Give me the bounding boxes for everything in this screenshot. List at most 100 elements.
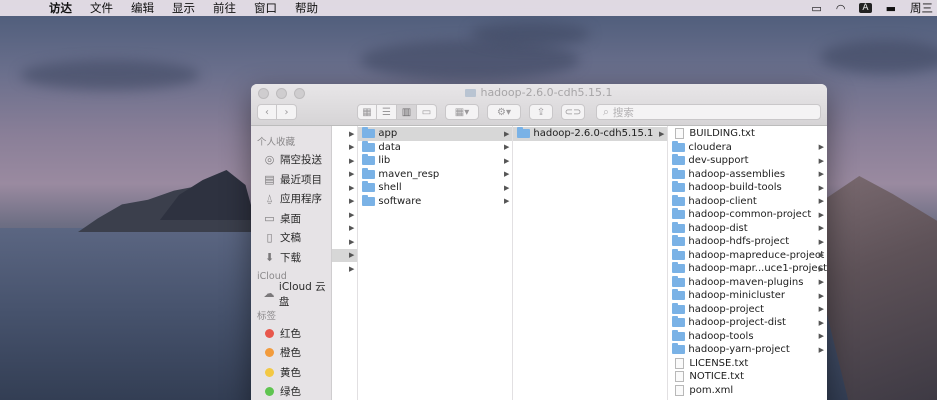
folder-row[interactable]: hadoop-mapr...uce1-project ▶ <box>668 262 827 276</box>
back-button[interactable]: ‹ <box>257 104 277 120</box>
folder-icon <box>672 275 686 287</box>
folder-icon <box>672 194 686 206</box>
list-item[interactable]: ▶ <box>332 181 357 195</box>
file-row[interactable]: BUILDING.txt <box>668 127 827 141</box>
file-row[interactable]: pom.xml <box>668 384 827 398</box>
forward-button[interactable]: › <box>277 104 297 120</box>
folder-icon <box>672 154 686 166</box>
gallery-view-icon[interactable]: ▭ <box>417 104 437 120</box>
folder-row-lib[interactable]: lib ▶ <box>358 154 512 168</box>
documents-icon: ▯ <box>266 231 273 245</box>
desktop-icon: ▭ <box>264 211 275 225</box>
folder-row[interactable]: hadoop-maven-plugins ▶ <box>668 275 827 290</box>
chevron-right-icon: ▶ <box>503 197 510 206</box>
clock-day[interactable]: 周三 <box>910 0 933 16</box>
menu-help[interactable]: 帮助 <box>286 0 327 16</box>
folder-row[interactable]: hadoop-project ▶ <box>668 302 827 317</box>
menu-file[interactable]: 文件 <box>81 0 122 16</box>
list-view-icon[interactable]: ☰ <box>377 104 397 120</box>
group-by-icon[interactable]: ▦▾ <box>445 104 479 120</box>
chevron-right-icon: ▶ <box>503 143 510 152</box>
sidebar-item-desktop[interactable]: ▭ 桌面 <box>251 209 331 229</box>
search-input[interactable]: ⌕ 搜索 <box>596 104 821 120</box>
xml-file-icon <box>675 384 685 396</box>
window-title: hadoop-2.6.0-cdh5.15.1 <box>251 86 827 99</box>
chevron-right-icon: ▶ <box>818 345 824 354</box>
display-icon[interactable]: ▭ <box>811 2 821 15</box>
folder-icon <box>672 140 686 152</box>
folder-row[interactable]: hadoop-tools ▶ <box>668 329 827 344</box>
list-item[interactable]: ▶ <box>332 141 357 155</box>
menu-view[interactable]: 显示 <box>163 0 204 16</box>
list-item[interactable]: ▶ <box>332 235 357 249</box>
sidebar-item-recents[interactable]: ▤ 最近项目 <box>251 170 331 190</box>
folder-row[interactable]: hadoop-hdfs-project ▶ <box>668 235 827 249</box>
sidebar-item-airdrop[interactable]: ◎ 隔空投送 <box>251 150 331 170</box>
text-file-icon <box>675 128 685 140</box>
action-gear-icon[interactable]: ⚙▾ <box>487 104 521 120</box>
folder-row[interactable]: hadoop-project-dist ▶ <box>668 316 827 330</box>
sidebar-item-icloud-drive[interactable]: ☁ iCloud 云盘 <box>251 281 331 308</box>
list-item[interactable]: ▶ <box>332 262 357 276</box>
folder-row[interactable]: hadoop-assemblies ▶ <box>668 167 827 182</box>
folder-row-hadoop[interactable]: hadoop-2.6.0-cdh5.15.1 ▶ <box>513 127 668 141</box>
file-row[interactable]: NOTICE.txt <box>668 370 827 384</box>
chevron-right-icon: ▶ <box>818 143 824 152</box>
menu-finder[interactable]: 访达 <box>40 0 81 16</box>
folder-icon <box>362 181 376 193</box>
folder-row-data[interactable]: data ▶ <box>358 140 512 155</box>
chevron-right-icon: ▶ <box>818 224 824 233</box>
list-item[interactable]: ▶ <box>332 168 357 182</box>
list-item-selected[interactable]: ▶ <box>332 248 358 262</box>
folder-icon <box>362 167 376 179</box>
folder-row[interactable]: hadoop-common-project ▶ <box>668 208 827 222</box>
folder-row[interactable]: hadoop-build-tools ▶ <box>668 181 827 195</box>
folder-row-app[interactable]: app ▶ <box>358 127 513 141</box>
chevron-right-icon: ▶ <box>658 129 665 138</box>
menu-go[interactable]: 前往 <box>204 0 245 16</box>
folder-row[interactable]: hadoop-mapreduce-project ▶ <box>668 248 827 263</box>
folder-icon <box>672 302 686 314</box>
sidebar-item-downloads[interactable]: ⬇ 下载 <box>251 248 331 268</box>
chevron-right-icon: ▶ <box>818 291 824 300</box>
folder-row-shell[interactable]: shell ▶ <box>358 181 512 195</box>
sidebar-tag-orange[interactable]: 橙色 <box>251 343 331 363</box>
file-row[interactable]: LICENSE.txt <box>668 357 827 371</box>
folder-row-software[interactable]: software ▶ <box>358 194 512 209</box>
folder-row-maven-resp[interactable]: maven_resp ▶ <box>358 167 512 182</box>
list-item[interactable]: ▶ <box>332 195 357 209</box>
column-view-icon[interactable]: ▥ <box>397 104 417 120</box>
folder-row[interactable]: hadoop-minicluster ▶ <box>668 289 827 303</box>
chevron-right-icon: ▶ <box>818 183 824 192</box>
icon-view-icon[interactable]: ▦ <box>357 104 377 120</box>
list-item[interactable]: ▶ <box>332 127 357 141</box>
wifi-icon[interactable]: ◠ <box>836 2 846 15</box>
list-item[interactable]: ▶ <box>332 222 357 236</box>
sidebar-tag-green[interactable]: 绿色 <box>251 382 331 400</box>
battery-icon[interactable]: ▬ <box>886 2 896 15</box>
folder-row[interactable]: hadoop-dist ▶ <box>668 221 827 236</box>
sidebar-item-applications[interactable]: ⍙ 应用程序 <box>251 189 331 209</box>
tag-icon[interactable]: ⊂⊃ <box>561 104 585 120</box>
sidebar-tag-yellow[interactable]: 黄色 <box>251 363 331 383</box>
folder-row[interactable]: cloudera ▶ <box>668 140 827 155</box>
folder-icon <box>672 329 686 341</box>
column-parent: ▶ ▶ ▶ ▶ ▶ ▶ ▶ ▶ ▶ ▶ ▶ <box>332 126 359 400</box>
yellow-tag-icon <box>265 367 274 377</box>
sidebar-item-documents[interactable]: ▯ 文稿 <box>251 228 331 248</box>
list-item[interactable]: ▶ <box>332 208 357 222</box>
list-item[interactable]: ▶ <box>332 154 357 168</box>
red-tag-icon <box>265 328 274 338</box>
folder-row[interactable]: dev-support ▶ <box>668 154 827 168</box>
sidebar-tag-red[interactable]: 红色 <box>251 324 331 344</box>
menu-edit[interactable]: 编辑 <box>122 0 163 16</box>
chevron-right-icon: ▶ <box>818 332 824 341</box>
menu-window[interactable]: 窗口 <box>245 0 286 16</box>
folder-icon <box>672 221 686 233</box>
share-icon[interactable]: ⇪ <box>529 104 553 120</box>
search-icon: ⌕ <box>603 105 609 118</box>
folder-icon <box>465 89 477 97</box>
folder-row[interactable]: hadoop-client ▶ <box>668 194 827 209</box>
folder-row[interactable]: hadoop-yarn-project ▶ <box>668 343 827 357</box>
input-source-icon[interactable]: A <box>859 3 872 13</box>
